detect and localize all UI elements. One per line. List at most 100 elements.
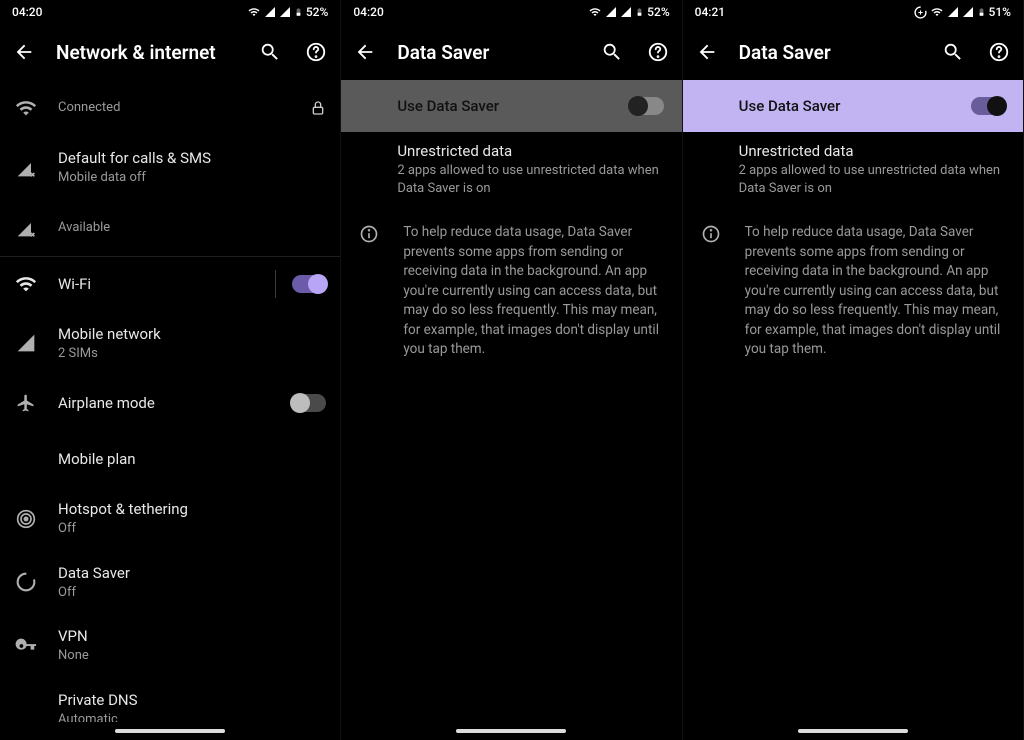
info-icon xyxy=(359,224,379,244)
hotspot-icon xyxy=(16,509,36,529)
battery-status-icon xyxy=(635,5,644,19)
data-saver-toggle[interactable] xyxy=(971,97,1005,115)
row-subtitle: Off xyxy=(58,584,326,602)
row-title: VPN xyxy=(58,627,326,645)
search-button[interactable] xyxy=(939,38,967,66)
row-title: Private DNS xyxy=(58,691,326,709)
wifi-status-icon xyxy=(930,6,944,18)
row-vpn[interactable]: VPN None xyxy=(0,614,340,678)
row-subtitle: Automatic xyxy=(58,711,326,722)
status-time: 04:21 xyxy=(695,5,725,19)
row-subtitle: Mobile data off xyxy=(58,169,326,187)
info-row: To help reduce data usage, Data Saver pr… xyxy=(683,209,1023,374)
settings-list[interactable]: Connected Default for calls & SMS Mobile… xyxy=(0,80,340,722)
wifi-status-icon xyxy=(588,6,602,18)
use-data-saver-row[interactable]: Use Data Saver xyxy=(683,80,1023,132)
datasaver-status-icon xyxy=(914,6,927,19)
status-time: 04:20 xyxy=(12,5,42,19)
back-button[interactable] xyxy=(693,38,721,66)
battery-percent: 51% xyxy=(989,5,1011,19)
signal-off-icon xyxy=(16,158,36,178)
battery-percent: 52% xyxy=(647,5,669,19)
datasaver-icon xyxy=(16,572,36,592)
master-label: Use Data Saver xyxy=(397,97,629,115)
back-button[interactable] xyxy=(10,38,38,66)
panel-data-saver-on: 04:21 51% Data Saver Use Data Saver Unre… xyxy=(683,0,1024,740)
panel-network-internet: 04:20 52% Network & internet Connected xyxy=(0,0,341,740)
unrestricted-data-row[interactable]: Unrestricted data 2 apps allowed to use … xyxy=(341,132,681,209)
row-mobile-network[interactable]: Mobile network 2 SIMs xyxy=(0,312,340,376)
wifi-toggle[interactable] xyxy=(292,275,326,293)
status-bar: 04:20 52% xyxy=(341,0,681,24)
battery-percent: 52% xyxy=(306,5,328,19)
wifi-icon xyxy=(15,97,37,119)
gesture-nav-bar[interactable] xyxy=(0,722,340,740)
row-private-dns[interactable]: Private DNS Automatic xyxy=(0,678,340,722)
back-arrow-icon xyxy=(13,41,35,63)
nav-pill xyxy=(456,729,566,733)
section-title: Unrestricted data xyxy=(739,142,1005,160)
search-button[interactable] xyxy=(598,38,626,66)
row-mobile-plan[interactable]: Mobile plan xyxy=(0,431,340,487)
row-title: Mobile network xyxy=(58,325,326,343)
signal-status-icon xyxy=(264,6,276,18)
row-default-sim[interactable]: Default for calls & SMS Mobile data off xyxy=(0,136,340,200)
row-subtitle: Connected xyxy=(58,99,290,117)
battery-status-icon xyxy=(294,5,303,19)
airplane-toggle[interactable] xyxy=(292,394,326,412)
back-arrow-icon xyxy=(696,41,718,63)
row-hotspot[interactable]: Hotspot & tethering Off xyxy=(0,487,340,551)
status-right: 52% xyxy=(247,5,328,19)
row-airplane-mode[interactable]: Airplane mode xyxy=(0,375,340,431)
signal-status-icon xyxy=(947,6,959,18)
gesture-nav-bar[interactable] xyxy=(341,722,681,740)
gesture-nav-bar[interactable] xyxy=(683,722,1023,740)
vpn-key-icon xyxy=(15,635,37,657)
help-icon xyxy=(647,41,669,63)
status-right: 51% xyxy=(914,5,1011,19)
lock-icon xyxy=(310,100,326,116)
data-saver-toggle[interactable] xyxy=(630,97,664,115)
row-title: Airplane mode xyxy=(58,394,272,412)
signal-status-icon-2 xyxy=(620,6,632,18)
row-title: Wi-Fi xyxy=(58,275,255,293)
page-title: Data Saver xyxy=(397,41,579,64)
section-title: Unrestricted data xyxy=(397,142,663,160)
row-sim-available[interactable]: Available xyxy=(0,200,340,256)
signal-off-icon xyxy=(16,218,36,238)
row-wifi-connected[interactable]: Connected xyxy=(0,80,340,136)
help-button[interactable] xyxy=(985,38,1013,66)
app-bar: Network & internet xyxy=(0,24,340,80)
row-title: Default for calls & SMS xyxy=(58,149,326,167)
nav-pill xyxy=(798,729,908,733)
search-icon xyxy=(601,41,623,63)
back-button[interactable] xyxy=(351,38,379,66)
back-arrow-icon xyxy=(354,41,376,63)
row-subtitle: 2 SIMs xyxy=(58,345,326,363)
search-button[interactable] xyxy=(256,38,284,66)
help-button[interactable] xyxy=(302,38,330,66)
help-button[interactable] xyxy=(644,38,672,66)
info-text: To help reduce data usage, Data Saver pr… xyxy=(745,223,1005,360)
info-icon xyxy=(701,224,721,244)
row-title: Mobile plan xyxy=(58,450,326,468)
status-time: 04:20 xyxy=(353,5,383,19)
page-title: Data Saver xyxy=(739,41,921,64)
status-right: 52% xyxy=(588,5,669,19)
use-data-saver-row[interactable]: Use Data Saver xyxy=(341,80,681,132)
signal-icon xyxy=(16,333,36,353)
wifi-icon xyxy=(15,273,37,295)
row-wifi[interactable]: Wi-Fi xyxy=(0,256,340,312)
help-icon xyxy=(988,41,1010,63)
airplane-icon xyxy=(16,393,36,413)
row-subtitle: Off xyxy=(58,520,326,538)
section-subtitle: 2 apps allowed to use unrestricted data … xyxy=(739,162,1005,197)
signal-status-icon-2 xyxy=(962,6,974,18)
unrestricted-data-row[interactable]: Unrestricted data 2 apps allowed to use … xyxy=(683,132,1023,209)
row-title: Hotspot & tethering xyxy=(58,500,326,518)
status-bar: 04:21 51% xyxy=(683,0,1023,24)
search-icon xyxy=(942,41,964,63)
row-title: Data Saver xyxy=(58,564,326,582)
info-row: To help reduce data usage, Data Saver pr… xyxy=(341,209,681,374)
row-data-saver[interactable]: Data Saver Off xyxy=(0,551,340,615)
